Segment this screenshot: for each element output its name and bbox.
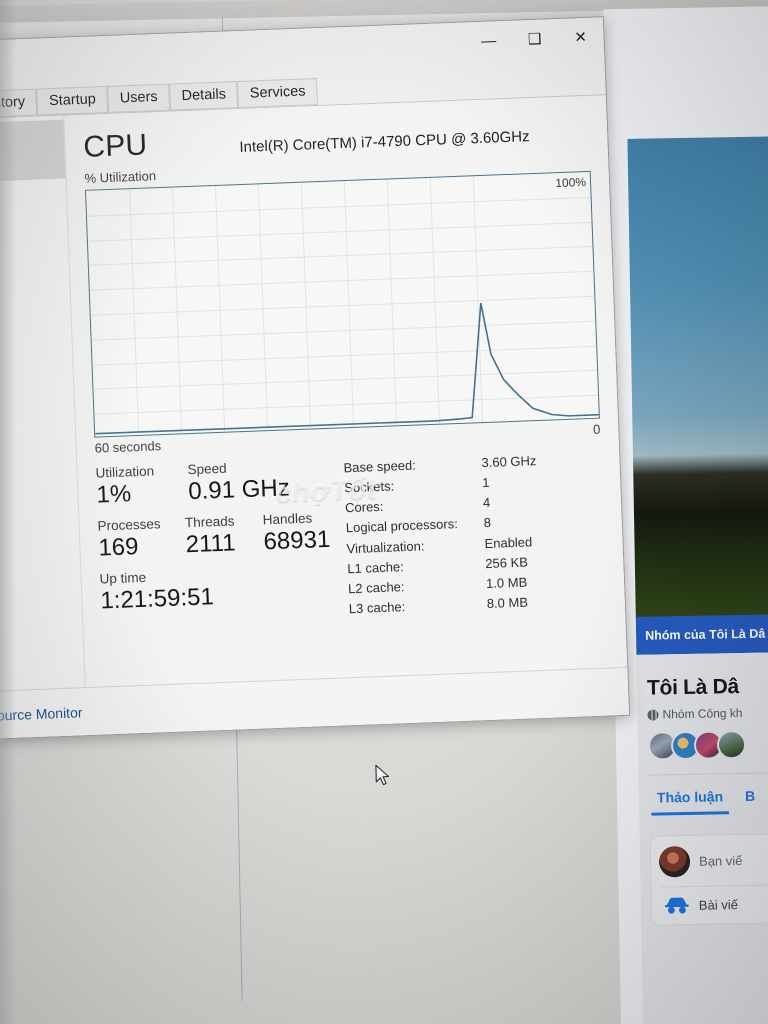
mouse-cursor	[375, 764, 393, 793]
spec-value: 1.0 MB	[485, 574, 528, 591]
stat-value: 68931	[263, 525, 331, 556]
cpu-usage-line	[86, 172, 599, 437]
tab-users[interactable]: Users	[107, 83, 171, 113]
stat-value: 169	[97, 533, 139, 562]
tab-app-history[interactable]: App history	[0, 88, 38, 120]
sidebar-item-disk0[interactable]: …isk 0 (C:) SD …%	[0, 274, 72, 359]
sidebar-item-sub: …% 0.91 GHz	[0, 150, 65, 175]
screen-photo: ...?locale=vi_VN Nhóm của Tôi Là Dâ Tôi …	[0, 0, 768, 1024]
group-privacy-label: Nhóm Công kh	[662, 706, 743, 722]
group-tabs: Thảo luận B	[649, 787, 768, 816]
group-title: Tôi Là Dâ	[646, 675, 740, 700]
anonymous-post-label: Bài viế	[698, 896, 738, 913]
spec-value: 256 KB	[484, 554, 529, 571]
content-area: …PU …% 0.91 GHz …Memory …6/7.9 GB (58%) …	[0, 95, 630, 744]
cpu-utilization-graph[interactable]: 100%	[84, 170, 600, 438]
spec-key: L3 cache:	[348, 599, 406, 617]
divider	[661, 883, 768, 888]
spec-value: 3.60 GHz	[481, 453, 537, 471]
tab-details[interactable]: Details	[169, 81, 239, 111]
sidebar-item-cpu[interactable]: …PU …% 0.91 GHz	[0, 119, 66, 187]
divider	[648, 771, 768, 776]
task-manager-window: …er View — ❑ ✕ …ormance App history Star…	[0, 16, 631, 745]
tab-bai-viet[interactable]: B	[745, 788, 756, 814]
stat-handles: Handles 68931	[262, 510, 330, 557]
sidebar-item-ethernet[interactable]: …thernet …thernet 3 … 0 R: 0 Kbps	[0, 368, 76, 453]
globe-icon	[647, 708, 659, 721]
maximize-button[interactable]: ❑	[511, 19, 558, 59]
incognito-icon	[664, 897, 689, 914]
anonymous-post-button[interactable]: Bài viế	[660, 894, 768, 915]
stat-utilization: Utilization 1%	[95, 462, 189, 510]
stat-processes: Processes 169	[97, 515, 186, 563]
user-avatar[interactable]	[658, 845, 691, 878]
cpu-specs-list: Base speed: 3.60 GHz Sockets: 1 Cores: 4	[327, 447, 607, 620]
sidebar-item-gpu0[interactable]: …PU 0 …tel(R) HD Graphi… …%	[0, 463, 79, 548]
graph-time-left: 60 seconds	[94, 438, 162, 456]
group-cover-photo[interactable]	[627, 135, 768, 619]
spec-value: 8	[483, 515, 492, 531]
cpu-graph-wrapper: 100% 60 seconds 0	[84, 170, 601, 456]
stat-value: 1%	[95, 480, 132, 509]
post-composer: Bạn viế Bài viế	[649, 832, 768, 926]
avatar[interactable]	[716, 729, 747, 760]
tab-startup[interactable]: Startup	[36, 85, 109, 116]
open-resource-monitor-label: Open Resource Monitor	[0, 703, 83, 726]
spec-value: 1	[481, 475, 490, 491]
tab-services[interactable]: Services	[237, 78, 318, 109]
sidebar-item-sub2: …%	[0, 511, 79, 536]
group-cover-banner: Nhóm của Tôi Là Dâ	[635, 613, 768, 655]
stat-row-processes-threads-handles: Processes 169 Threads 2111 Handles 68931	[97, 510, 331, 564]
stat-value: 2111	[185, 529, 237, 559]
group-privacy-row: Nhóm Công kh	[647, 705, 768, 722]
group-member-avatars[interactable]	[647, 729, 768, 761]
composer-placeholder[interactable]: Bạn viế	[699, 853, 743, 869]
sidebar-item-memory[interactable]: …Memory …6/7.9 GB (58%)	[0, 197, 68, 264]
stats-area: Utilization 1% Speed 0.91 GHz Processes …	[95, 447, 607, 629]
window-controls: — ❑ ✕	[465, 17, 604, 60]
facebook-group-page: Nhóm của Tôi Là Dâ Tôi Là Dâ Nhóm Công k…	[603, 5, 768, 1024]
spec-value: 4	[482, 495, 491, 511]
minimize-button[interactable]: —	[465, 21, 512, 61]
sidebar-item-sub2: …%	[0, 322, 72, 347]
sidebar-item-sub: …6/7.9 GB (58%)	[0, 227, 68, 252]
group-info-panel: Tôi Là Dâ Nhóm Công kh Thảo luận B Bạn v…	[636, 651, 768, 1024]
tab-thao-luan[interactable]: Thảo luận	[657, 788, 724, 815]
stat-row-utilization-speed: Utilization 1% Speed 0.91 GHz	[95, 457, 329, 511]
stat-speed: Speed 0.91 GHz	[187, 458, 290, 507]
spec-value: Enabled	[484, 533, 533, 551]
stat-threads: Threads 2111	[185, 512, 265, 560]
open-resource-monitor-link[interactable]: Open Resource Monitor	[0, 703, 83, 728]
monitor-screen: ...?locale=vi_VN Nhóm của Tôi Là Dâ Tôi …	[0, 0, 768, 1024]
graph-max-label: 100%	[555, 175, 587, 191]
stat-uptime: Up time 1:21:59:51	[99, 563, 333, 617]
stat-value: 0.91 GHz	[187, 474, 291, 506]
graph-time-right: 0	[592, 421, 601, 437]
cpu-detail-pane: CPU Intel(R) Core(TM) i7-4790 CPU @ 3.60…	[64, 95, 629, 735]
sidebar-item-sub2: … 0 R: 0 Kbps	[0, 416, 75, 441]
page-title: CPU	[82, 128, 148, 164]
cursor-arrow-icon	[375, 764, 390, 786]
composer-row[interactable]: Bạn viế	[658, 844, 768, 878]
cpu-model-label: Intel(R) Core(TM) i7-4790 CPU @ 3.60GHz	[239, 128, 530, 156]
stats-left-column: Utilization 1% Speed 0.91 GHz Processes …	[95, 457, 333, 629]
spec-value: 8.0 MB	[486, 594, 529, 612]
close-button[interactable]: ✕	[557, 17, 604, 57]
